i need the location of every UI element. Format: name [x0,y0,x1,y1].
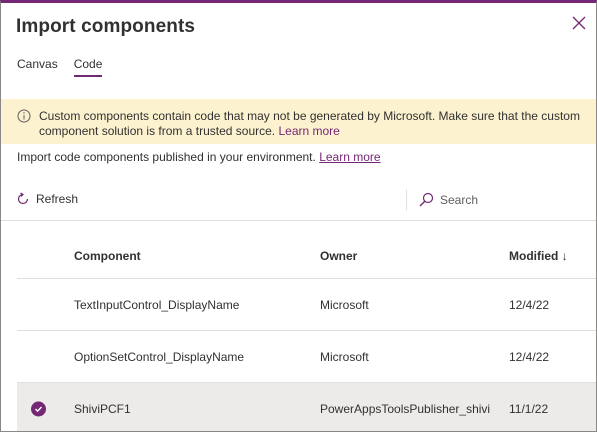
toolbar: Refresh Search [1,188,596,221]
table-row[interactable]: OptionSetControl_DisplayName Microsoft 1… [17,331,596,383]
table-row[interactable]: TextInputControl_DisplayName Microsoft 1… [17,279,596,331]
refresh-button[interactable]: Refresh [16,192,78,206]
description-text: Import code components published in your… [17,150,316,164]
table-row[interactable]: ShiviPCF1 PowerAppsToolsPublisher_shivi … [17,383,596,431]
row-checkbox[interactable] [31,401,46,416]
row-component-name: TextInputControl_DisplayName [74,297,240,312]
column-header-owner[interactable]: Owner [320,249,357,263]
info-icon [17,109,31,123]
tab-list: Canvas Code [17,57,102,77]
column-header-component[interactable]: Component [74,249,141,263]
description: Import code components published in your… [17,150,381,164]
row-owner: Microsoft [320,349,369,364]
dialog-title: Import components [16,16,196,37]
row-owner: Microsoft [320,297,369,312]
description-learn-more-link[interactable]: Learn more [319,150,380,164]
sort-descending-icon: ↓ [561,248,568,263]
import-components-dialog: Import components Canvas Code Custom com… [0,0,597,432]
search-icon [419,192,434,207]
search-input[interactable]: Search [418,192,478,208]
checkmark-icon [31,401,46,416]
tab-canvas[interactable]: Canvas [17,57,58,77]
row-owner: PowerAppsToolsPublisher_shivi [320,401,491,416]
close-icon[interactable] [571,15,587,31]
modified-label: Modified [509,248,559,263]
row-component-name: OptionSetControl_DisplayName [74,349,245,364]
search-placeholder: Search [440,193,479,207]
banner-learn-more-link[interactable]: Learn more [278,124,339,138]
refresh-label: Refresh [36,192,79,206]
row-component-name: ShiviPCF1 [74,401,131,416]
row-modified: 11/1/22 [509,401,549,416]
tab-code[interactable]: Code [73,57,102,77]
toolbar-divider [406,190,407,210]
warning-banner: Custom components contain code that may … [1,99,596,144]
refresh-icon [17,192,29,205]
banner-message: Custom components contain code that may … [39,109,584,139]
components-table: Component Owner Modified ↓ TextInputCont… [17,233,596,431]
column-header-modified[interactable]: Modified ↓ [509,249,568,263]
row-modified: 12/4/22 [509,297,550,312]
row-modified: 12/4/22 [509,349,550,364]
table-header: Component Owner Modified ↓ [17,233,596,279]
